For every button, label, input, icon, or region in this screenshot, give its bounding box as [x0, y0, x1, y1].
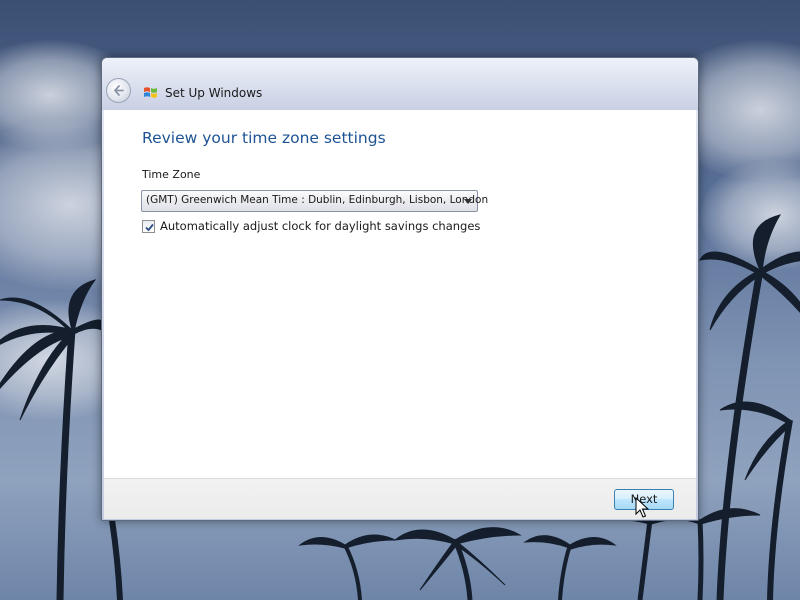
- dst-checkbox[interactable]: [142, 220, 155, 233]
- title-bar: Set Up Windows: [102, 58, 698, 110]
- time-zone-label: Time Zone: [142, 168, 201, 181]
- mouse-pointer-icon: [635, 497, 649, 518]
- window-title: Set Up Windows: [165, 86, 263, 100]
- content-area: Review your time zone settings Time Zone…: [104, 110, 696, 478]
- page-heading: Review your time zone settings: [142, 129, 386, 147]
- time-zone-selected-value: (GMT) Greenwich Mean Time : Dublin, Edin…: [146, 194, 489, 206]
- chevron-down-icon: [464, 199, 472, 204]
- time-zone-dropdown[interactable]: (GMT) Greenwich Mean Time : Dublin, Edin…: [141, 190, 488, 212]
- footer-bar: Next: [104, 478, 696, 519]
- setup-window: Set Up Windows Review your time zone set…: [101, 57, 699, 521]
- checkmark-icon: [145, 223, 154, 232]
- back-button[interactable]: [106, 78, 131, 103]
- windows-flag-icon: [144, 87, 157, 98]
- dst-checkbox-label[interactable]: Automatically adjust clock for daylight …: [160, 219, 480, 233]
- back-arrow-icon: [114, 85, 124, 96]
